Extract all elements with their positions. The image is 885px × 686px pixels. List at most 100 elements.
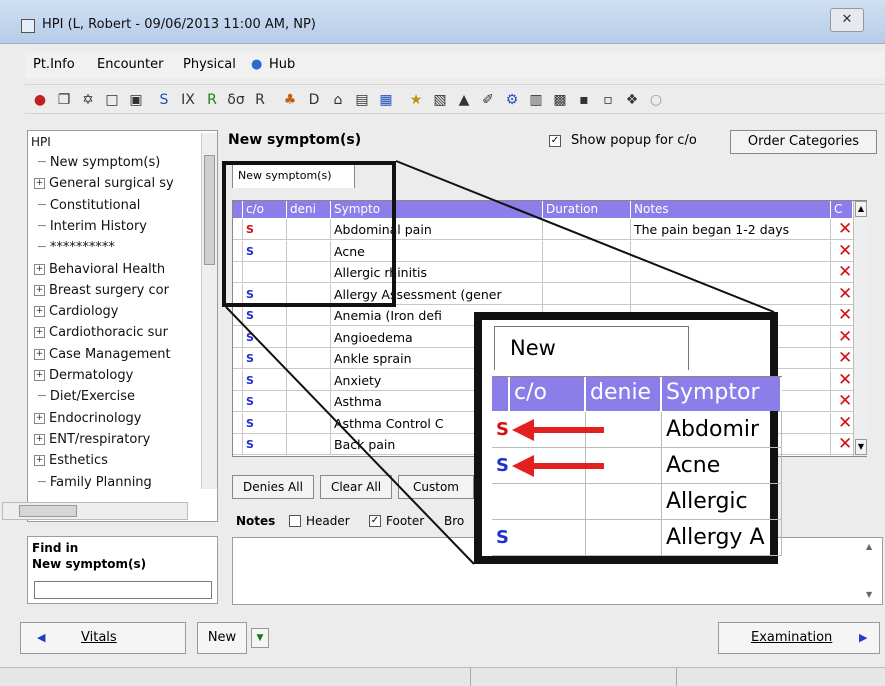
- delete-icon[interactable]: ✕: [838, 220, 852, 238]
- expand-icon[interactable]: +: [34, 327, 45, 339]
- scroll-down-icon[interactable]: ▼: [855, 439, 867, 455]
- col-c-header[interactable]: C: [831, 201, 853, 218]
- row-selector[interactable]: [233, 369, 243, 391]
- denies-cell[interactable]: [287, 305, 331, 326]
- row-selector[interactable]: [233, 348, 243, 369]
- denies-cell[interactable]: [287, 391, 331, 412]
- tree-scrollbar[interactable]: [201, 133, 217, 489]
- close-button[interactable]: ✕: [830, 8, 864, 32]
- toolbar-button-icon[interactable]: ❖: [623, 91, 641, 109]
- duration-cell[interactable]: [543, 219, 631, 240]
- toolbar-button-icon[interactable]: ⚙: [503, 91, 521, 109]
- duration-cell[interactable]: [543, 283, 631, 305]
- tree-item[interactable]: ─ Family Planning: [38, 475, 152, 490]
- expand-icon[interactable]: +: [34, 370, 45, 381]
- toolbar-button-icon[interactable]: ▧: [431, 91, 449, 109]
- notes-cell[interactable]: [631, 240, 831, 262]
- row-selector[interactable]: [233, 326, 243, 348]
- clear-all-button[interactable]: Clear All: [320, 475, 392, 499]
- footer-checkbox[interactable]: ✓: [369, 515, 381, 527]
- expand-icon[interactable]: +: [34, 178, 45, 190]
- vitals-button[interactable]: ◀ Vitals: [20, 622, 186, 654]
- order-categories-button[interactable]: Order Categories: [730, 130, 877, 154]
- tree-item[interactable]: + Behavioral Health: [34, 262, 165, 277]
- toolbar-button-icon[interactable]: S: [155, 91, 173, 109]
- co-cell[interactable]: S: [243, 326, 287, 348]
- duration-cell[interactable]: [543, 240, 631, 262]
- denies-cell[interactable]: [287, 348, 331, 369]
- row-selector[interactable]: [233, 305, 243, 326]
- toolbar-button-icon[interactable]: R: [251, 91, 269, 109]
- delete-icon[interactable]: ✕: [838, 392, 852, 410]
- scroll-up-icon[interactable]: ▲: [855, 201, 867, 217]
- tree-item[interactable]: ─ Constitutional: [38, 198, 140, 213]
- tree-item[interactable]: + Cardiology: [34, 304, 119, 319]
- delete-icon[interactable]: ✕: [838, 242, 852, 260]
- row-selector[interactable]: [233, 434, 243, 455]
- tree-item[interactable]: + ENT/respiratory: [34, 432, 150, 447]
- delete-icon[interactable]: ✕: [838, 306, 852, 324]
- notes-scroll-up-icon[interactable]: ▲: [866, 542, 872, 551]
- tree-item[interactable]: + Breast surgery cor: [34, 283, 169, 298]
- new-button[interactable]: New: [197, 622, 247, 654]
- show-popup-checkbox[interactable]: ✓: [549, 135, 561, 147]
- toolbar-button-icon[interactable]: ♣: [281, 91, 299, 109]
- denies-cell[interactable]: [287, 434, 331, 455]
- toolbar-button-icon[interactable]: ○: [647, 91, 665, 109]
- co-cell[interactable]: S: [243, 391, 287, 412]
- toolbar-button-icon[interactable]: ▦: [377, 91, 395, 109]
- notes-cell[interactable]: [631, 262, 831, 283]
- toolbar-button-icon[interactable]: ▤: [353, 91, 371, 109]
- notes-cell[interactable]: The pain began 1-2 days: [631, 219, 831, 240]
- toolbar-button-icon[interactable]: D: [305, 91, 323, 109]
- toolbar-button-icon[interactable]: ▥: [527, 91, 545, 109]
- tree-item[interactable]: ─ New symptom(s): [38, 155, 160, 170]
- delete-icon[interactable]: ✕: [838, 285, 852, 303]
- grid-scrollbar[interactable]: ▲ ▼: [853, 201, 867, 456]
- tree-item[interactable]: ─ Diet/Exercise: [38, 389, 135, 404]
- tree-item[interactable]: + Dermatology: [34, 368, 133, 383]
- denies-all-button[interactable]: Denies All: [232, 475, 314, 499]
- expand-icon[interactable]: +: [34, 284, 45, 296]
- toolbar-button-icon[interactable]: IX: [179, 91, 197, 109]
- row-selector[interactable]: [233, 412, 243, 434]
- browse-label[interactable]: Bro: [444, 514, 464, 528]
- co-cell[interactable]: S: [243, 348, 287, 369]
- denies-cell[interactable]: [287, 412, 331, 434]
- tree-item[interactable]: + Esthetics: [34, 453, 108, 468]
- toolbar-button-icon[interactable]: R: [203, 91, 221, 109]
- new-dropdown-icon[interactable]: ▼: [251, 628, 269, 648]
- find-input[interactable]: [34, 581, 212, 599]
- duration-cell[interactable]: [543, 262, 631, 283]
- notes-cell[interactable]: [631, 283, 831, 305]
- header-checkbox[interactable]: [289, 515, 301, 527]
- co-cell[interactable]: S: [243, 305, 287, 326]
- toolbar-button-icon[interactable]: ▣: [127, 91, 145, 109]
- toolbar-button-icon[interactable]: ✐: [479, 91, 497, 109]
- expand-icon[interactable]: +: [34, 348, 45, 360]
- toolbar-button-icon[interactable]: ▲: [455, 91, 473, 109]
- delete-icon[interactable]: ✕: [838, 328, 852, 346]
- menu-physical[interactable]: Physical: [183, 57, 236, 72]
- toolbar-button-icon[interactable]: ★: [407, 91, 425, 109]
- tree-item[interactable]: + General surgical sy: [34, 176, 174, 191]
- menu-encounter[interactable]: Encounter: [97, 57, 163, 72]
- expand-icon[interactable]: +: [34, 433, 45, 445]
- tree-item[interactable]: ─ **********: [38, 240, 115, 255]
- tree-root-hpi[interactable]: HPI: [31, 135, 51, 149]
- delete-icon[interactable]: ✕: [838, 371, 852, 389]
- toolbar-button-icon[interactable]: ❐: [55, 91, 73, 109]
- toolbar-button-icon[interactable]: ●: [31, 91, 49, 109]
- delete-icon[interactable]: ✕: [838, 349, 852, 367]
- expand-icon[interactable]: +: [34, 306, 45, 318]
- tree-item[interactable]: + Endocrinology: [34, 411, 141, 426]
- row-selector[interactable]: [233, 391, 243, 412]
- tree-item[interactable]: + Case Management: [34, 347, 171, 362]
- delete-icon[interactable]: ✕: [838, 263, 852, 281]
- toolbar-button-icon[interactable]: ▫: [599, 91, 617, 109]
- delete-icon[interactable]: ✕: [838, 435, 852, 453]
- notes-scroll-down-icon[interactable]: ▼: [866, 590, 872, 599]
- examination-button[interactable]: Examination ▶: [718, 622, 880, 654]
- delete-icon[interactable]: ✕: [838, 414, 852, 432]
- denies-cell[interactable]: [287, 369, 331, 391]
